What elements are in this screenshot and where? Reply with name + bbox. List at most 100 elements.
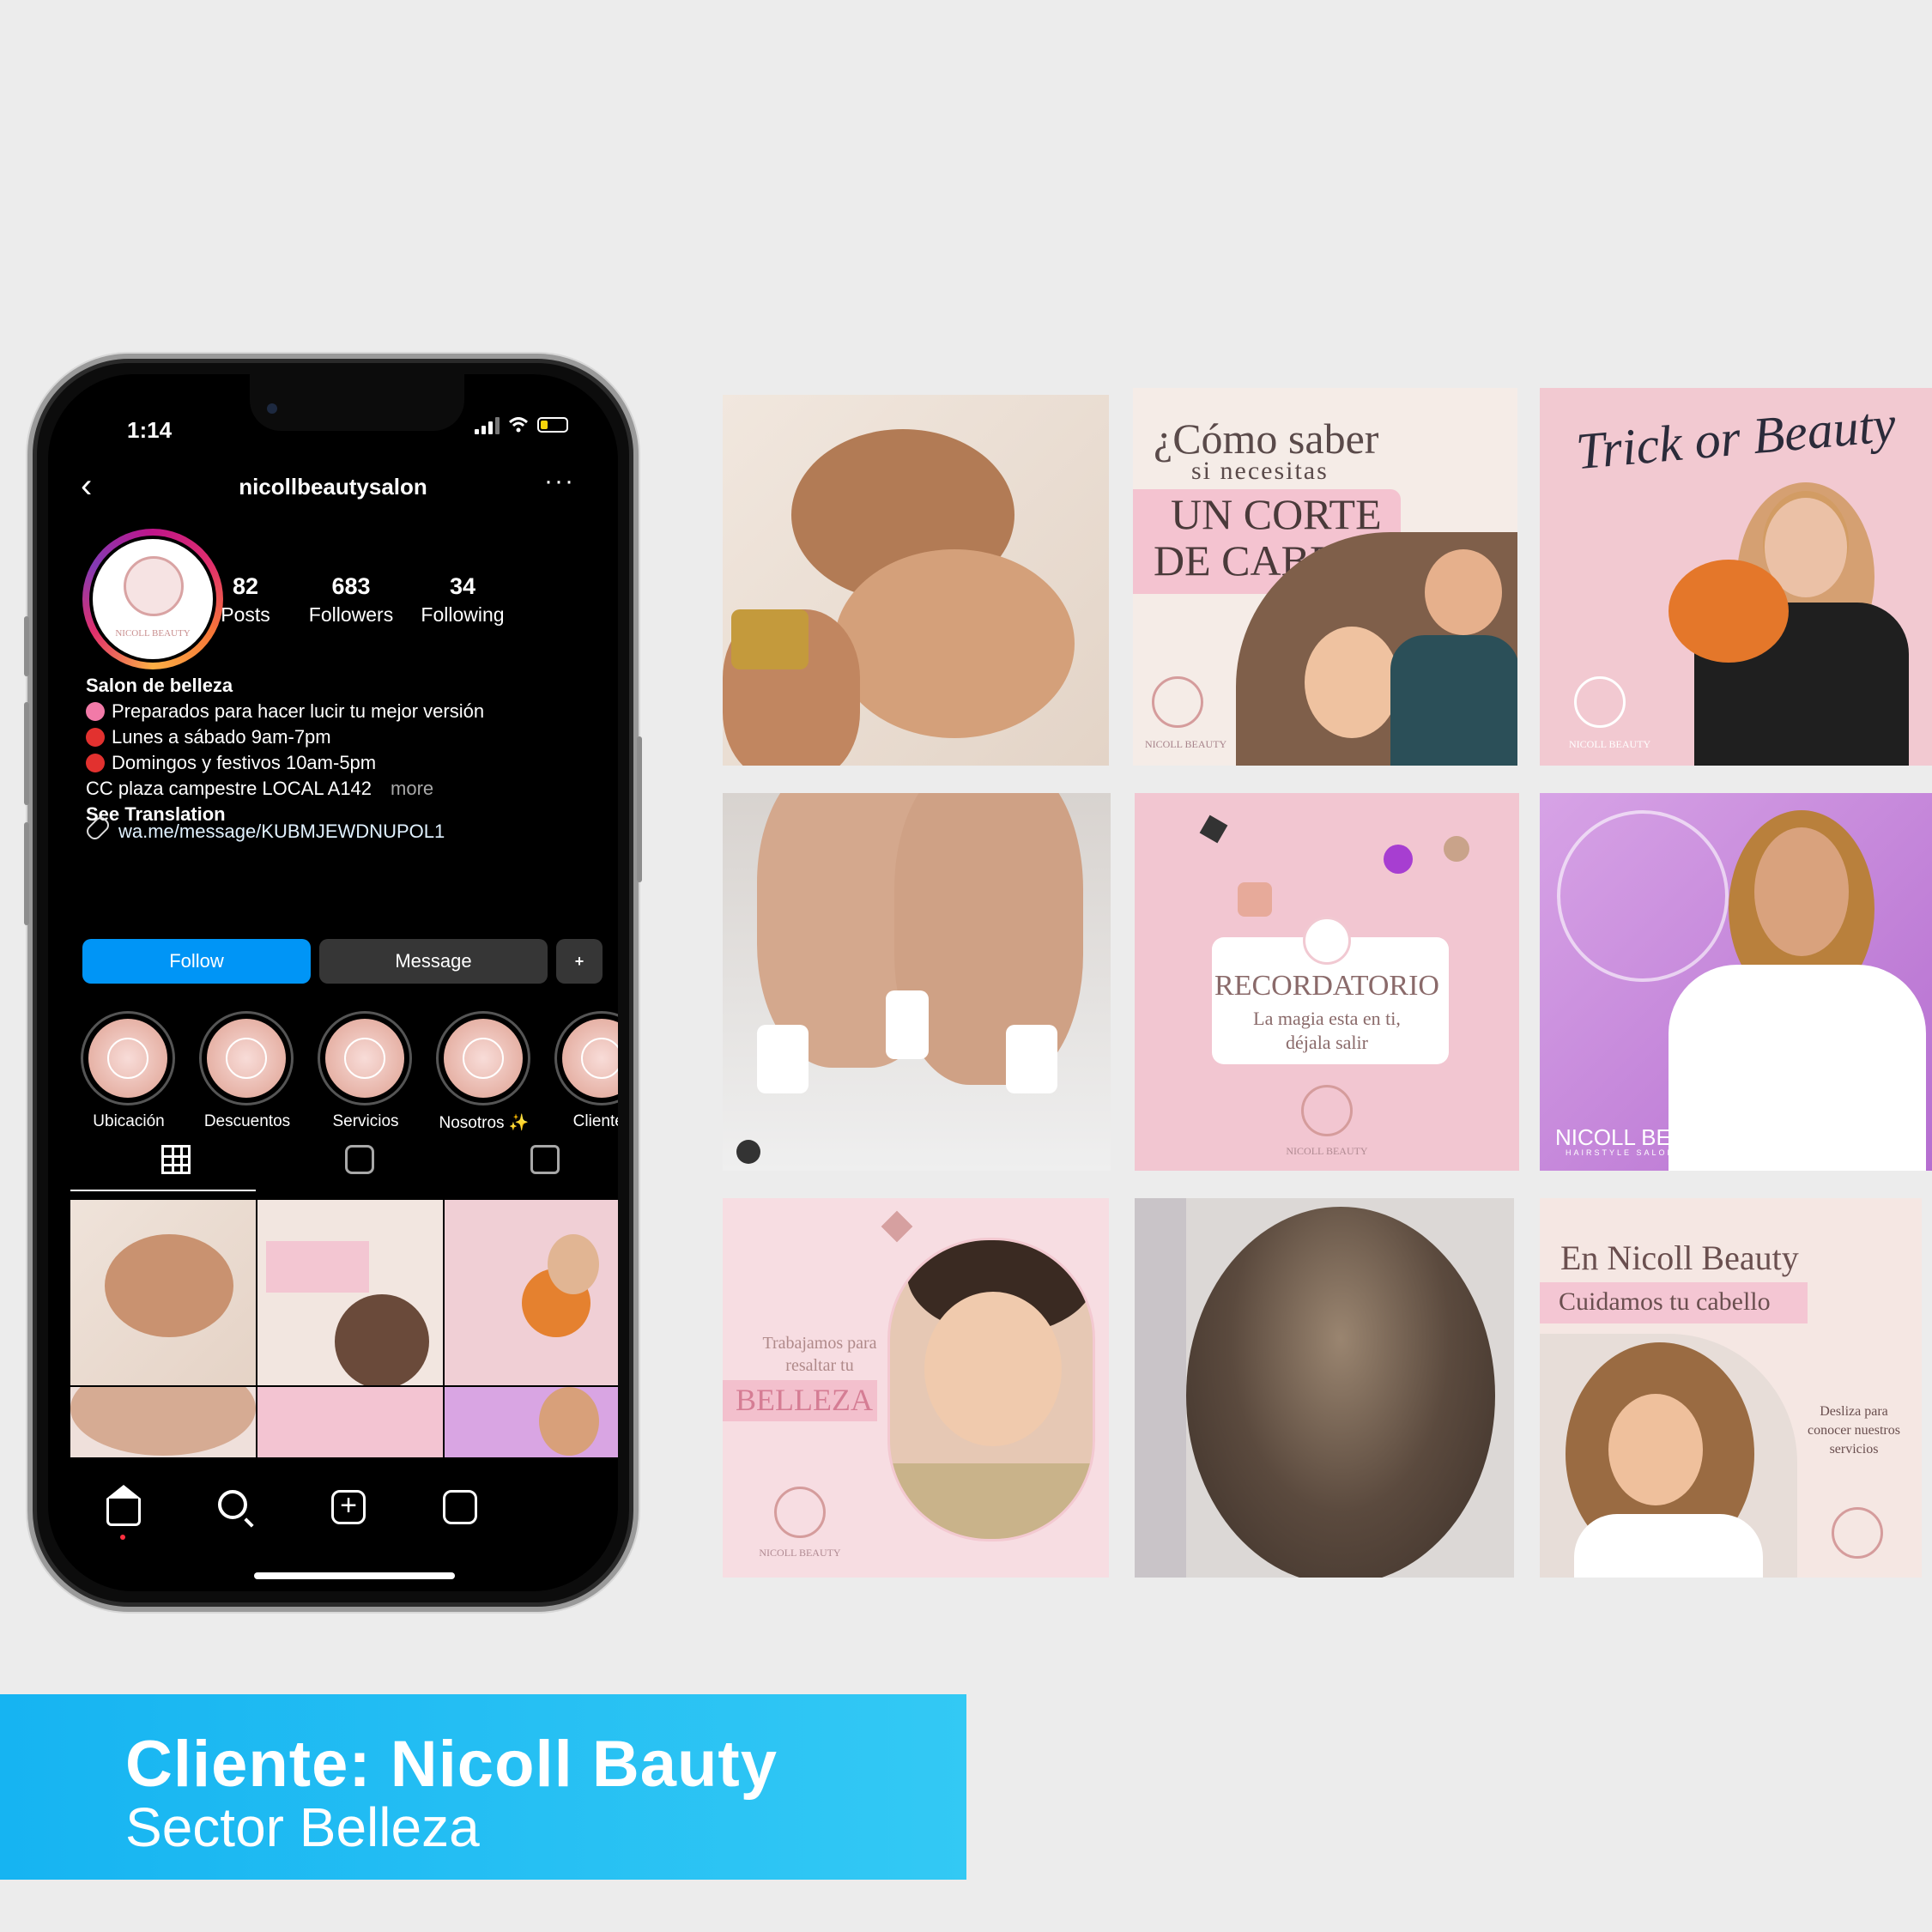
post-nails-hands[interactable] [723, 395, 1109, 766]
post-brand: NICOLL BEAUTY [1569, 738, 1651, 750]
highlight-nosotros[interactable]: Nosotros ✨ [436, 1011, 532, 1133]
highlight-label: Servicios [332, 1112, 399, 1130]
active-tab-indicator [70, 1190, 256, 1191]
add-person-button[interactable]: + [556, 939, 603, 984]
bio-line: Preparados para hacer lucir tu mejor ver… [86, 699, 592, 724]
watch [731, 609, 809, 669]
follow-button[interactable]: Follow [82, 939, 311, 984]
post-thumbnail[interactable] [257, 1200, 443, 1385]
post-recordatorio[interactable]: RECORDATORIO La magia esta en ti, déjala… [1135, 793, 1519, 1171]
profile-post-grid [70, 1200, 618, 1457]
highlight-label: Nosotros ✨ [439, 1114, 530, 1132]
tagged-icon[interactable] [530, 1145, 560, 1174]
post-thumbnail[interactable] [445, 1200, 618, 1385]
scissors-icon [325, 1019, 404, 1098]
home-icon[interactable] [106, 1485, 141, 1526]
bottom-navigation [48, 1485, 618, 1540]
post-trick-or-beauty[interactable]: Trick or Beauty NICOLL BEAUTY [1540, 388, 1932, 766]
alarm-clock-icon [86, 728, 105, 747]
bio-more-link[interactable]: more [391, 778, 433, 799]
more-options-icon[interactable]: ··· [544, 467, 575, 496]
bio-line-text: Lunes a sábado 9am-7pm [112, 726, 331, 748]
phone-power-button [637, 736, 642, 882]
phone-volume-down [24, 822, 29, 925]
post-brand: NICOLL BEAUTY [759, 1547, 841, 1559]
discount-icon [207, 1019, 286, 1098]
brand-seal-icon [1152, 676, 1203, 728]
profile-link[interactable]: wa.me/message/KUBMJEWDNUPOL1 [83, 814, 445, 843]
post-brand: NICOLL BEAUTY [1145, 738, 1227, 750]
crystal-ball-icon [1303, 917, 1351, 965]
pumpkin [1669, 560, 1789, 663]
bio-line-text: Preparados para hacer lucir tu mejor ver… [112, 700, 485, 722]
client-banner: Cliente: Nicoll Bauty Sector Belleza [0, 1694, 966, 1880]
highlight-ring [199, 1011, 294, 1105]
avatar: NICOLL BEAUTY [89, 536, 216, 663]
message-button[interactable]: Message [319, 939, 548, 984]
reels-icon[interactable] [345, 1145, 374, 1174]
stat-following[interactable]: 34 Following [409, 573, 517, 627]
stat-following-label: Following [421, 603, 505, 626]
stat-followers[interactable]: 683 Followers [297, 573, 405, 627]
post-text-line5: servicios [1829, 1442, 1879, 1457]
grid-icon[interactable] [161, 1145, 191, 1174]
highlight-ring [554, 1011, 618, 1105]
reels-nav-icon[interactable] [443, 1490, 477, 1524]
post-text-line1: En Nicoll Beauty [1560, 1239, 1799, 1277]
highlight-ring [318, 1011, 412, 1105]
highlight-label: Descuentos [203, 1112, 291, 1130]
camera-icon [267, 403, 277, 414]
banner-subtitle: Sector Belleza [125, 1796, 480, 1858]
search-icon[interactable] [218, 1490, 247, 1519]
highlight-ring [436, 1011, 530, 1105]
post-belleza[interactable]: Trabajamos para resaltar tu BELLEZA NICO… [723, 1198, 1109, 1578]
post-thumbnail[interactable] [70, 1387, 256, 1457]
stat-posts[interactable]: 82 Posts [198, 573, 293, 627]
bio-address-line: CC plaza campestre LOCAL A142 more [86, 776, 592, 802]
post-text-line1: La magia esta en ti, [1253, 1008, 1401, 1029]
post-thumbnail[interactable] [257, 1387, 443, 1457]
post-text-line3: BELLEZA [736, 1383, 873, 1417]
alarm-clock-icon [86, 754, 105, 772]
highlight-ring [81, 1011, 175, 1105]
post-nails-white[interactable] [723, 793, 1111, 1171]
post-hair-color[interactable] [1135, 1198, 1514, 1578]
stat-posts-value: 82 [232, 573, 259, 599]
phone-mockup: 1:14 ‹ nicollbeautysalon ··· NICOLL BEAU… [24, 354, 642, 1612]
location-icon [88, 1019, 167, 1098]
post-text-line3: Desliza para [1820, 1404, 1888, 1419]
bio-line: Lunes a sábado 9am-7pm [86, 724, 592, 750]
phone-volume-up [24, 702, 29, 805]
brand-seal-icon [1832, 1507, 1883, 1559]
post-portrait-purple[interactable]: NICOLL BEAUTY HAIRSTYLE SALON [1540, 793, 1932, 1171]
tagged-user-icon[interactable] [736, 1140, 760, 1164]
home-indicator[interactable] [254, 1572, 455, 1579]
profile-header: ‹ nicollbeautysalon ··· [48, 467, 618, 503]
person-icon [562, 1019, 618, 1098]
flower-icon [86, 702, 105, 721]
banner-title: Cliente: Nicoll Bauty [125, 1728, 778, 1801]
new-post-icon[interactable] [331, 1489, 366, 1524]
post-thumbnail[interactable] [70, 1200, 256, 1385]
post-photo [887, 1238, 1095, 1541]
status-icons [475, 415, 568, 434]
profile-bio: Salon de belleza Preparados para hacer l… [86, 673, 592, 827]
brand-seal-icon [774, 1487, 826, 1538]
avatar-logo-text: NICOLL BEAUTY [115, 628, 191, 639]
highlight-servicios[interactable]: Servicios [318, 1011, 414, 1131]
post-thumbnail[interactable] [445, 1387, 618, 1457]
profile-username: nicollbeautysalon [239, 474, 427, 500]
stat-followers-value: 683 [331, 573, 371, 599]
bio-address: CC plaza campestre LOCAL A142 [86, 778, 372, 799]
post-cuidamos-cabello[interactable]: En Nicoll Beauty Cuidamos tu cabello Des… [1540, 1198, 1922, 1578]
highlight-clientes[interactable]: Clientes [554, 1011, 618, 1131]
highlight-descuentos[interactable]: Descuentos [199, 1011, 295, 1131]
logo-face-icon [444, 1019, 523, 1098]
post-brand: NICOLL BEAUTY [1555, 1124, 1731, 1150]
stat-following-value: 34 [449, 573, 476, 599]
highlight-ubicacion[interactable]: Ubicación [81, 1011, 177, 1131]
logo-face-icon [124, 556, 184, 616]
post-corte-cabello[interactable]: ¿Cómo saber si necesitas UN CORTE DE CAB… [1133, 388, 1517, 766]
phone-mute-switch [24, 616, 29, 676]
phone-notch [250, 374, 464, 431]
